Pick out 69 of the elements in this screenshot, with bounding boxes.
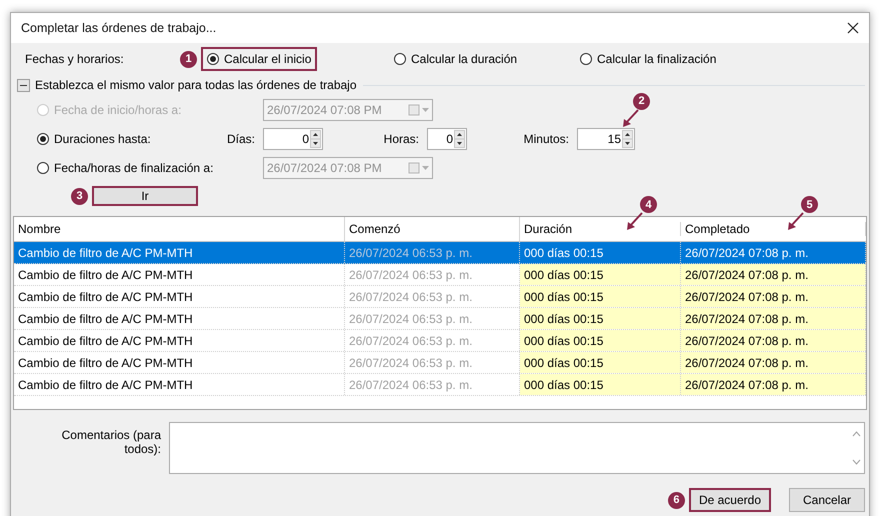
- spin-arrows-icon: [454, 130, 465, 148]
- callout-marker: 2: [633, 92, 650, 110]
- table-cell: 26/07/2024 07:08 p. m.: [681, 308, 866, 329]
- callout-marker: 6: [668, 492, 685, 508]
- collapse-icon[interactable]: [17, 78, 30, 92]
- field-label: Fechas y horarios:: [24, 52, 125, 66]
- spin-arrows-icon: [310, 130, 321, 148]
- callout-marker: 3: [71, 188, 88, 204]
- calendar-dropdown-icon: [408, 104, 430, 116]
- number-spinner[interactable]: 0: [263, 128, 323, 150]
- window-title: Completar las órdenes de trabajo...: [21, 21, 216, 35]
- calendar-dropdown-icon: [408, 162, 430, 174]
- table-cell: 000 días 00:15: [520, 286, 681, 307]
- radio-option: Fecha de inicio/horas a:: [31, 98, 263, 122]
- field-label: Días:: [226, 132, 255, 146]
- radio-button[interactable]: [37, 162, 49, 174]
- field-label: Comentarios (para todos):: [60, 428, 162, 456]
- table-row[interactable]: Cambio de filtro de A/C PM-MTH 26/07/2024 06:53 p. m. 000 días 00:15 26/07/2024 07:08 p. m.: [14, 352, 866, 374]
- table-cell: 26/07/2024 07:08 p. m.: [681, 286, 866, 307]
- table-cell: Cambio de filtro de A/C PM-MTH: [14, 330, 345, 351]
- close-icon: [847, 22, 859, 34]
- table-cell: 000 días 00:15: [520, 352, 681, 373]
- callout-marker: 4: [640, 196, 657, 213]
- radio-option[interactable]: Duraciones hasta:: [31, 126, 199, 150]
- table-cell: Cambio de filtro de A/C PM-MTH: [14, 286, 345, 307]
- callout-arrow: [621, 108, 641, 128]
- table-cell: 000 días 00:15: [520, 330, 681, 351]
- table-cell: 000 días 00:15: [520, 308, 681, 329]
- table-row[interactable]: Cambio de filtro de A/C PM-MTH 26/07/2024 06:53 p. m. 000 días 00:15 26/07/2024 07:08 p. m.: [14, 286, 866, 308]
- radio-button[interactable]: [580, 53, 592, 65]
- radio-option[interactable]: Calcular la duración: [388, 47, 524, 71]
- radio-button[interactable]: [207, 53, 219, 65]
- radio-button[interactable]: [394, 53, 406, 65]
- radio-option[interactable]: Calcular la finalización: [574, 47, 722, 71]
- table-cell: Cambio de filtro de A/C PM-MTH: [14, 352, 345, 373]
- number-spinner[interactable]: 15: [577, 128, 635, 150]
- dialog-button[interactable]: Cancelar: [789, 488, 865, 512]
- table-row[interactable]: Cambio de filtro de A/C PM-MTH 26/07/2024 06:53 p. m. 000 días 00:15 26/07/2024 07:08 p. m.: [14, 374, 866, 396]
- callout-arrow: [625, 211, 645, 231]
- group-title: Establezca el mismo valor para todas las órdenes de trabajo: [35, 78, 357, 92]
- callout-marker: 5: [801, 196, 818, 213]
- table-row[interactable]: Cambio de filtro de A/C PM-MTH 26/07/2024 06:53 p. m. 000 días 00:15 26/07/2024 07:08 p. m.: [14, 330, 866, 352]
- table-row[interactable]: Cambio de filtro de A/C PM-MTH 26/07/2024 06:53 p. m. 000 días 00:15 26/07/2024 07:08 p. m.: [14, 242, 866, 264]
- table-cell: Cambio de filtro de A/C PM-MTH: [14, 242, 345, 263]
- field-label: Minutos:: [522, 132, 569, 146]
- table-row[interactable]: Cambio de filtro de A/C PM-MTH 26/07/2024 06:53 p. m. 000 días 00:15 26/07/2024 07:08 p. m.: [14, 308, 866, 330]
- table-cell: Cambio de filtro de A/C PM-MTH: [14, 374, 345, 395]
- go-button[interactable]: Ir: [92, 186, 198, 206]
- table-cell: 26/07/2024 07:08 p. m.: [681, 374, 866, 395]
- table-cell: Cambio de filtro de A/C PM-MTH: [14, 264, 345, 285]
- field-label: Horas:: [382, 132, 419, 146]
- table-cell: 26/07/2024 07:08 p. m.: [681, 330, 866, 351]
- callout-arrow: [786, 211, 806, 231]
- callout-marker: 1: [180, 50, 197, 68]
- comments-field[interactable]: [169, 422, 865, 474]
- table-row[interactable]: Cambio de filtro de A/C PM-MTH 26/07/2024 06:53 p. m. 000 días 00:15 26/07/2024 07:08 p. m.: [14, 264, 866, 286]
- scroll-down-icon: [852, 459, 860, 465]
- scroll-up-icon: [852, 431, 860, 437]
- dialog-button[interactable]: De acuerdo: [688, 488, 771, 512]
- radio-option[interactable]: Fecha/horas de finalización a:: [31, 156, 263, 180]
- spin-arrows-icon: [622, 130, 633, 148]
- table-cell: 26/07/2024 07:08 p. m.: [681, 352, 866, 373]
- radio-option[interactable]: Calcular el inicio: [201, 47, 318, 71]
- radio-button[interactable]: [37, 132, 49, 144]
- table-cell: Cambio de filtro de A/C PM-MTH: [14, 308, 345, 329]
- table-cell: 000 días 00:15: [520, 374, 681, 395]
- table-cell: 26/07/2024 07:08 p. m.: [681, 264, 866, 285]
- number-spinner[interactable]: 0: [427, 128, 467, 150]
- table-cell: 000 días 00:15: [520, 264, 681, 285]
